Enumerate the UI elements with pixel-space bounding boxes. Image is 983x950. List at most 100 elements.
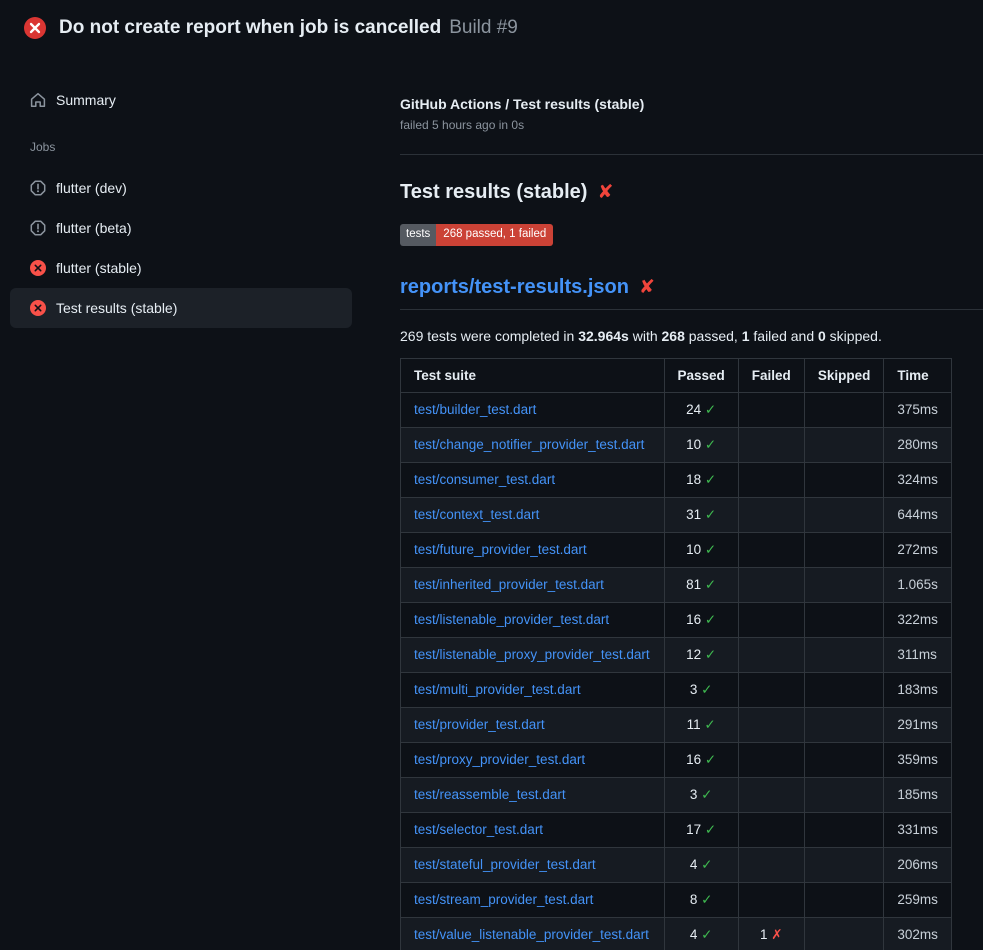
suite-cell: test/provider_test.dart — [401, 707, 665, 742]
table-row: test/change_notifier_provider_test.dart 1… — [401, 427, 952, 462]
time-cell: 185ms — [884, 777, 952, 812]
report-link[interactable]: reports/test-results.json — [400, 276, 629, 299]
failed-cell — [738, 602, 804, 637]
time-cell: 311ms — [884, 637, 952, 672]
column-header: Skipped — [804, 358, 884, 392]
section-heading-text: Test results (stable) — [400, 181, 587, 204]
suite-link[interactable]: test/multi_provider_test.dart — [414, 682, 581, 697]
skipped-cell — [804, 567, 884, 602]
table-row: test/stream_provider_test.dart8 ✓259ms — [401, 882, 952, 917]
check-icon: ✓ — [701, 787, 712, 803]
home-icon — [30, 92, 46, 108]
table-row: test/listenable_provider_test.dart16 ✓32… — [401, 602, 952, 637]
failed-cell — [738, 777, 804, 812]
suite-cell: test/future_provider_test.dart — [401, 532, 665, 567]
job-label: flutter (stable) — [56, 258, 142, 278]
column-header: Failed — [738, 358, 804, 392]
suite-link[interactable]: test/listenable_proxy_provider_test.dart — [414, 647, 650, 662]
passed-cell: 31 ✓ — [664, 497, 738, 532]
build-number: Build #9 — [449, 17, 518, 39]
badge-label: tests — [400, 224, 436, 246]
skipped-cell — [804, 497, 884, 532]
column-header: Time — [884, 358, 952, 392]
skipped-cell — [804, 812, 884, 847]
table-row: test/proxy_provider_test.dart16 ✓359ms — [401, 742, 952, 777]
jobs-section-label: Jobs — [30, 140, 352, 154]
suite-link[interactable]: test/inherited_provider_test.dart — [414, 577, 604, 592]
stop-icon — [30, 220, 46, 236]
x-icon: ✘ — [597, 183, 613, 202]
suite-link[interactable]: test/future_provider_test.dart — [414, 542, 587, 557]
passed-count: 268 — [662, 328, 685, 344]
suite-link[interactable]: test/consumer_test.dart — [414, 472, 555, 487]
skipped-cell — [804, 777, 884, 812]
skipped-cell — [804, 707, 884, 742]
sidebar-job-item[interactable]: flutter (dev) — [10, 168, 352, 208]
passed-cell: 10 ✓ — [664, 427, 738, 462]
failed-cell — [738, 392, 804, 427]
failed-cell — [738, 742, 804, 777]
skipped-cell — [804, 847, 884, 882]
x-icon: ✘ — [639, 278, 655, 297]
page-title: Do not create report when job is cancell… — [59, 17, 518, 39]
x-circle-icon — [30, 300, 46, 316]
suite-link[interactable]: test/listenable_provider_test.dart — [414, 612, 609, 627]
check-icon: ✓ — [701, 857, 712, 873]
suite-cell: test/reassemble_test.dart — [401, 777, 665, 812]
table-row: test/provider_test.dart11 ✓291ms — [401, 707, 952, 742]
table-row: test/selector_test.dart17 ✓331ms — [401, 812, 952, 847]
suite-link[interactable]: test/context_test.dart — [414, 507, 539, 522]
sidebar: Summary Jobs flutter (dev)flutter (beta)… — [0, 56, 400, 328]
suite-link[interactable]: test/stateful_provider_test.dart — [414, 857, 596, 872]
sidebar-job-item[interactable]: flutter (stable) — [10, 248, 352, 288]
sidebar-job-item[interactable]: Test results (stable) — [10, 288, 352, 328]
suite-link[interactable]: test/provider_test.dart — [414, 717, 545, 732]
time-cell: 324ms — [884, 462, 952, 497]
suite-link[interactable]: test/value_listenable_provider_test.dart — [414, 927, 649, 942]
suite-cell: test/value_listenable_provider_test.dart — [401, 917, 665, 950]
suite-link[interactable]: test/reassemble_test.dart — [414, 787, 566, 802]
skipped-count: 0 — [818, 328, 826, 344]
x-icon: ✗ — [771, 927, 782, 943]
check-icon: ✓ — [704, 717, 715, 733]
table-row: test/future_provider_test.dart10 ✓272ms — [401, 532, 952, 567]
table-header-row: Test suitePassedFailedSkippedTime — [401, 358, 952, 392]
failed-cell — [738, 812, 804, 847]
suite-link[interactable]: test/selector_test.dart — [414, 822, 543, 837]
skipped-cell — [804, 392, 884, 427]
check-icon: ✓ — [705, 577, 716, 593]
skipped-cell — [804, 672, 884, 707]
suite-cell: test/proxy_provider_test.dart — [401, 742, 665, 777]
table-row: test/builder_test.dart24 ✓375ms — [401, 392, 952, 427]
suite-link[interactable]: test/stream_provider_test.dart — [414, 892, 593, 907]
passed-cell: 12 ✓ — [664, 637, 738, 672]
skipped-cell — [804, 882, 884, 917]
passed-cell: 16 ✓ — [664, 602, 738, 637]
passed-cell: 3 ✓ — [664, 672, 738, 707]
skipped-cell — [804, 427, 884, 462]
check-icon: ✓ — [705, 752, 716, 768]
failed-cell — [738, 847, 804, 882]
passed-cell: 18 ✓ — [664, 462, 738, 497]
skipped-cell — [804, 637, 884, 672]
time-cell: 183ms — [884, 672, 952, 707]
suite-cell: test/inherited_provider_test.dart — [401, 567, 665, 602]
suite-link[interactable]: test/proxy_provider_test.dart — [414, 752, 585, 767]
sidebar-item-summary[interactable]: Summary — [10, 80, 352, 120]
table-row: test/value_listenable_provider_test.dart… — [401, 917, 952, 950]
time-cell: 259ms — [884, 882, 952, 917]
failed-count: 1 — [742, 328, 750, 344]
failed-cell — [738, 707, 804, 742]
suite-link[interactable]: test/change_notifier_provider_test.dart — [414, 437, 644, 452]
jobs-list: flutter (dev)flutter (beta) flutter (stab… — [10, 168, 352, 328]
suite-link[interactable]: test/builder_test.dart — [414, 402, 536, 417]
check-icon: ✓ — [705, 612, 716, 628]
test-results-table: Test suitePassedFailedSkippedTime test/b… — [400, 358, 952, 950]
table-row: test/stateful_provider_test.dart4 ✓206ms — [401, 847, 952, 882]
total-duration: 32.964s — [578, 328, 629, 344]
time-cell: 331ms — [884, 812, 952, 847]
skipped-cell — [804, 742, 884, 777]
passed-cell: 16 ✓ — [664, 742, 738, 777]
content: Summary Jobs flutter (dev)flutter (beta)… — [0, 56, 983, 950]
sidebar-job-item[interactable]: flutter (beta) — [10, 208, 352, 248]
